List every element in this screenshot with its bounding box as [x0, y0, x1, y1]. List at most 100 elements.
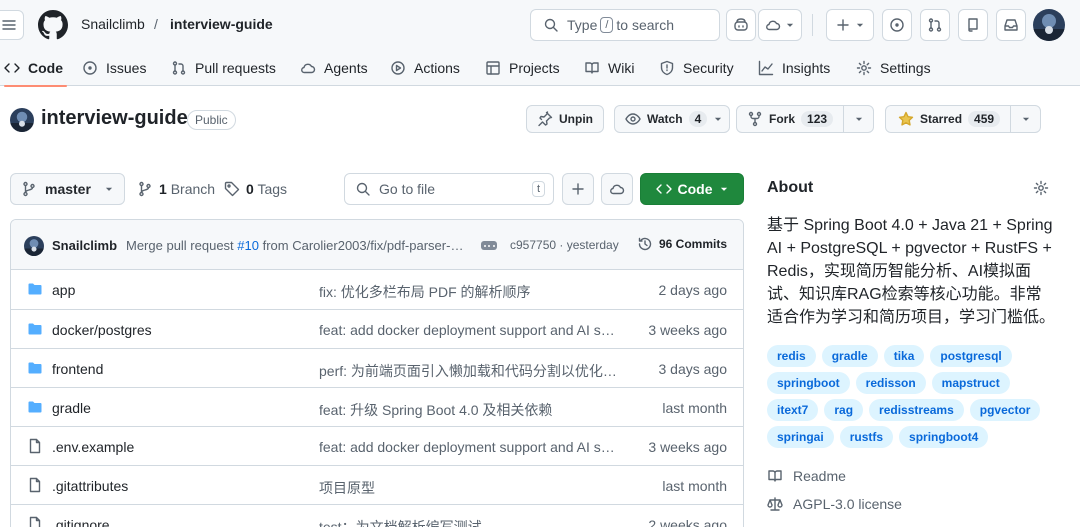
- file-name[interactable]: gradle: [52, 400, 91, 416]
- create-new-button[interactable]: [826, 9, 874, 41]
- branch-icon: [23, 181, 35, 197]
- commit-author[interactable]: Snailclimb: [52, 238, 117, 253]
- tab-wiki[interactable]: Wiki: [584, 50, 634, 86]
- topic-tag[interactable]: springai: [767, 426, 834, 448]
- topic-tag[interactable]: springboot4: [899, 426, 989, 448]
- chevron-down-icon: [720, 187, 727, 191]
- file-icon: [29, 477, 41, 493]
- readme-link[interactable]: Readme: [767, 468, 846, 484]
- topic-list: redis gradle tika postgresql springboot redis…: [767, 345, 1057, 448]
- tab-insights[interactable]: Insights: [758, 50, 830, 86]
- file-commit-message[interactable]: perf: 为前端页面引入懒加载和代码分割以优化首屏加载: [319, 361, 619, 381]
- branch-selector[interactable]: master: [10, 173, 125, 205]
- file-name[interactable]: .gitattributes: [52, 478, 128, 494]
- tab-settings-label: Settings: [880, 60, 931, 76]
- topic-tag[interactable]: mapstruct: [931, 372, 1010, 394]
- pull-requests-button[interactable]: [920, 9, 950, 41]
- commit-details-toggle[interactable]: [481, 241, 497, 250]
- file-type-icon: [27, 321, 43, 337]
- file-name[interactable]: frontend: [52, 361, 103, 377]
- search-icon: [356, 182, 370, 196]
- topic-tag[interactable]: redisstreams: [869, 399, 964, 421]
- issues-button[interactable]: [882, 9, 912, 41]
- tab-security[interactable]: Security: [659, 50, 734, 86]
- tab-settings[interactable]: Settings: [856, 50, 931, 86]
- breadcrumb-owner[interactable]: Snailclimb: [81, 16, 145, 32]
- file-name[interactable]: docker/postgres: [52, 322, 152, 338]
- topic-tag[interactable]: redis: [767, 345, 816, 367]
- repo-title[interactable]: interview-guide: [41, 107, 188, 130]
- inbox-button[interactable]: [996, 9, 1026, 41]
- tab-issues[interactable]: Issues: [82, 50, 146, 86]
- file-commit-message[interactable]: 项目原型: [319, 478, 619, 498]
- repositories-button[interactable]: [958, 9, 988, 41]
- license-link[interactable]: AGPL-3.0 license: [767, 496, 902, 512]
- copilot-button[interactable]: [726, 9, 756, 41]
- file-name[interactable]: .gitignore: [52, 517, 110, 527]
- search-prefix: Type: [567, 17, 598, 33]
- fork-dropdown[interactable]: [843, 106, 873, 132]
- file-row[interactable]: .gitignore test：为文档解析编写测试 2 weeks ago: [11, 504, 743, 527]
- file-row[interactable]: frontend perf: 为前端页面引入懒加载和代码分割以优化首屏加载 3 da…: [11, 348, 743, 387]
- menu-button[interactable]: [0, 10, 24, 40]
- tab-projects[interactable]: Projects: [485, 50, 560, 86]
- book-icon: [768, 470, 782, 482]
- commits-history-link[interactable]: 96 Commits: [637, 236, 727, 252]
- star-count: 459: [968, 111, 1001, 127]
- add-file-button[interactable]: [562, 173, 594, 205]
- github-logo-icon[interactable]: [38, 10, 68, 40]
- file-commit-message[interactable]: feat: add docker deployment support and …: [319, 439, 619, 455]
- file-name[interactable]: .env.example: [52, 439, 134, 455]
- tags-link[interactable]: 0 Tags: [224, 181, 287, 197]
- commit-sha-time[interactable]: c957750 · yesterday: [510, 238, 619, 252]
- file-commit-message[interactable]: feat: add docker deployment support and …: [319, 322, 619, 338]
- breadcrumb-repo[interactable]: interview-guide: [170, 16, 273, 32]
- tab-actions[interactable]: Actions: [390, 50, 460, 86]
- topic-tag[interactable]: postgresql: [930, 345, 1012, 367]
- branches-link[interactable]: 1 Branch: [137, 181, 215, 197]
- topic-tag[interactable]: tika: [883, 345, 925, 367]
- commit-message[interactable]: Merge pull request #10 from Carolier2003…: [126, 238, 466, 253]
- topic-tag[interactable]: rustfs: [839, 426, 894, 448]
- file-name[interactable]: app: [52, 282, 75, 298]
- file-commit-date: last month: [662, 400, 727, 416]
- branch-name: master: [45, 181, 91, 197]
- gear-icon[interactable]: [1033, 180, 1049, 196]
- owner-avatar[interactable]: [10, 108, 34, 132]
- file-row[interactable]: app fix: 优化多栏布局 PDF 的解析顺序 2 days ago: [11, 270, 743, 309]
- inbox-icon: [1004, 19, 1018, 31]
- topic-tag[interactable]: springboot: [767, 372, 850, 394]
- file-row[interactable]: gradle feat: 升级 Spring Boot 4.0 及相关依赖 last…: [11, 387, 743, 426]
- go-to-file-input[interactable]: Go to file t: [344, 173, 554, 205]
- unpin-button[interactable]: Unpin: [526, 105, 604, 133]
- file-commit-date: last month: [662, 478, 727, 494]
- starred-button[interactable]: Starred 459: [885, 105, 1042, 133]
- tab-agents[interactable]: Agents: [300, 50, 368, 86]
- chevron-down-icon: [105, 187, 113, 191]
- watch-button[interactable]: Watch 4: [614, 105, 731, 133]
- file-row[interactable]: .gitattributes 项目原型 last month: [11, 465, 743, 504]
- topic-tag[interactable]: redisson: [855, 372, 926, 394]
- topic-tag[interactable]: itext7: [767, 399, 819, 421]
- file-row[interactable]: docker/postgres feat: add docker deployme…: [11, 309, 743, 348]
- topic-tag[interactable]: rag: [824, 399, 864, 421]
- topic-tag[interactable]: gradle: [821, 345, 878, 367]
- copilot-dropdown-button[interactable]: [758, 9, 802, 41]
- folder-icon: [28, 283, 42, 295]
- commits-count-label: 96 Commits: [659, 237, 728, 251]
- file-commit-message[interactable]: test：为文档解析编写测试: [319, 517, 619, 527]
- fork-button[interactable]: Fork 123: [736, 105, 875, 133]
- global-search-input[interactable]: Type / to search: [530, 9, 720, 41]
- commit-author-avatar[interactable]: [24, 236, 44, 256]
- file-commit-message[interactable]: fix: 优化多栏布局 PDF 的解析顺序: [319, 282, 619, 302]
- code-dropdown-button[interactable]: Code: [640, 173, 744, 205]
- commit-pr-link[interactable]: #10: [237, 238, 259, 253]
- user-avatar[interactable]: [1033, 9, 1065, 41]
- tab-pull-requests[interactable]: Pull requests: [171, 50, 276, 86]
- star-list-dropdown[interactable]: [1010, 106, 1040, 132]
- file-commit-message[interactable]: feat: 升级 Spring Boot 4.0 及相关依赖: [319, 400, 619, 420]
- topic-tag[interactable]: pgvector: [969, 399, 1041, 421]
- tab-code[interactable]: Code: [4, 50, 67, 87]
- file-row[interactable]: .env.example feat: add docker deployment …: [11, 426, 743, 465]
- codespaces-button[interactable]: [601, 173, 633, 205]
